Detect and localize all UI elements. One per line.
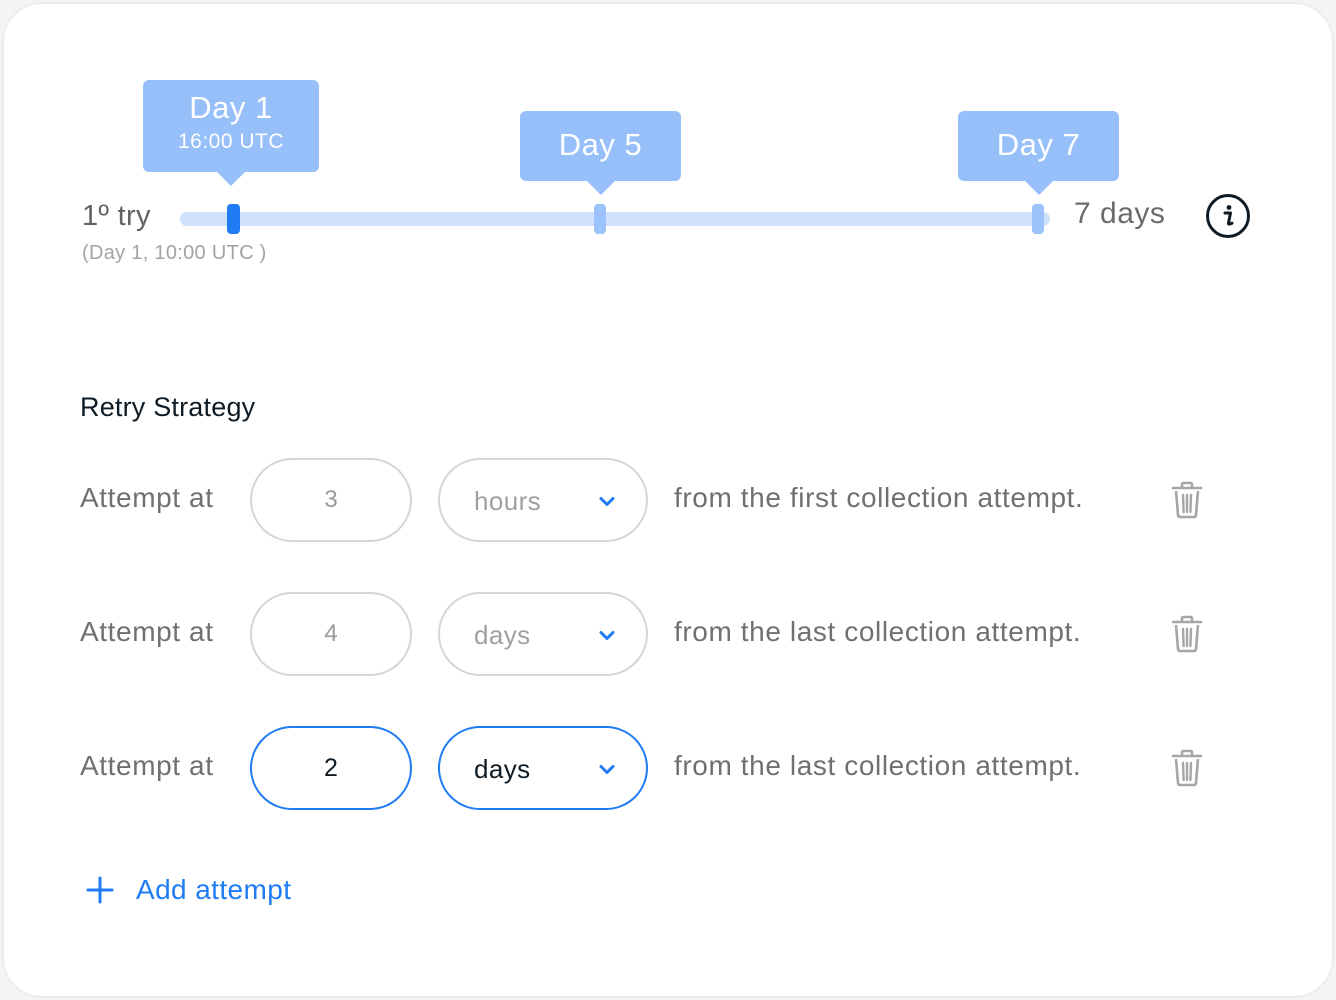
- attempt-row-1: Attempt at hours from the first collecti…: [0, 458, 1336, 542]
- attempt-2-delete-button[interactable]: [1168, 614, 1206, 654]
- first-try-time: (Day 1, 10:00 UTC ): [82, 242, 267, 264]
- attempt-label: Attempt at: [80, 750, 214, 781]
- timeline-marker-day-5[interactable]: [594, 204, 606, 234]
- attempt-1-description: from the first collection attempt.: [674, 482, 1084, 513]
- attempt-1-delete-button[interactable]: [1168, 480, 1206, 520]
- timeline-marker-day-7[interactable]: [1032, 204, 1044, 234]
- retry-timeline: Day 1 16:00 UTC Day 5 Day 7 1º try (Day …: [0, 0, 1336, 300]
- attempt-1-value-input[interactable]: [250, 458, 412, 542]
- attempt-1-unit-dropdown[interactable]: hours: [438, 458, 648, 542]
- chevron-down-icon: [599, 765, 615, 774]
- attempt-row-2: Attempt at days from the last collection…: [0, 592, 1336, 676]
- trash-icon: [1171, 481, 1203, 519]
- add-attempt-label: Add attempt: [136, 874, 292, 905]
- attempt-label: Attempt at: [80, 616, 214, 647]
- timeline-marker-day-1[interactable]: [227, 204, 240, 234]
- plus-icon: [86, 876, 114, 904]
- attempt-3-description: from the last collection attempt.: [674, 750, 1082, 781]
- tooltip-day-7: Day 7: [958, 111, 1119, 195]
- timeline-end-label: 7 days: [1074, 197, 1166, 230]
- attempt-3-delete-button[interactable]: [1168, 748, 1206, 788]
- timeline-track: [180, 212, 1050, 226]
- retry-strategy-title: Retry Strategy: [80, 392, 256, 422]
- tooltip-day-1: Day 1 16:00 UTC: [143, 80, 319, 186]
- tooltip-day-1-time: 16:00 UTC: [177, 130, 285, 153]
- tooltip-day-7-label: Day 7: [996, 127, 1081, 162]
- chevron-down-icon: [599, 631, 615, 640]
- trash-icon: [1171, 749, 1203, 787]
- tooltip-day-1-label: Day 1: [189, 90, 273, 125]
- attempt-3-unit-value: days: [474, 754, 531, 784]
- attempt-2-description: from the last collection attempt.: [674, 616, 1082, 647]
- first-try-label: 1º try: [82, 200, 151, 232]
- info-button[interactable]: [1206, 194, 1250, 238]
- add-attempt-button[interactable]: Add attempt: [84, 870, 291, 910]
- info-icon: [1223, 205, 1234, 226]
- tooltip-day-5: Day 5: [520, 111, 681, 195]
- chevron-down-icon: [599, 497, 615, 506]
- attempt-label: Attempt at: [80, 482, 214, 513]
- attempt-1-unit-value: hours: [474, 486, 542, 516]
- attempt-2-unit-dropdown[interactable]: days: [438, 592, 648, 676]
- tooltip-day-5-label: Day 5: [558, 127, 643, 162]
- trash-icon: [1171, 615, 1203, 653]
- attempt-3-unit-dropdown[interactable]: days: [438, 726, 648, 810]
- attempt-2-unit-value: days: [474, 620, 531, 650]
- attempt-2-value-input[interactable]: [250, 592, 412, 676]
- attempt-row-3: Attempt at days from the last collection…: [0, 726, 1336, 810]
- attempt-3-value-input[interactable]: [250, 726, 412, 810]
